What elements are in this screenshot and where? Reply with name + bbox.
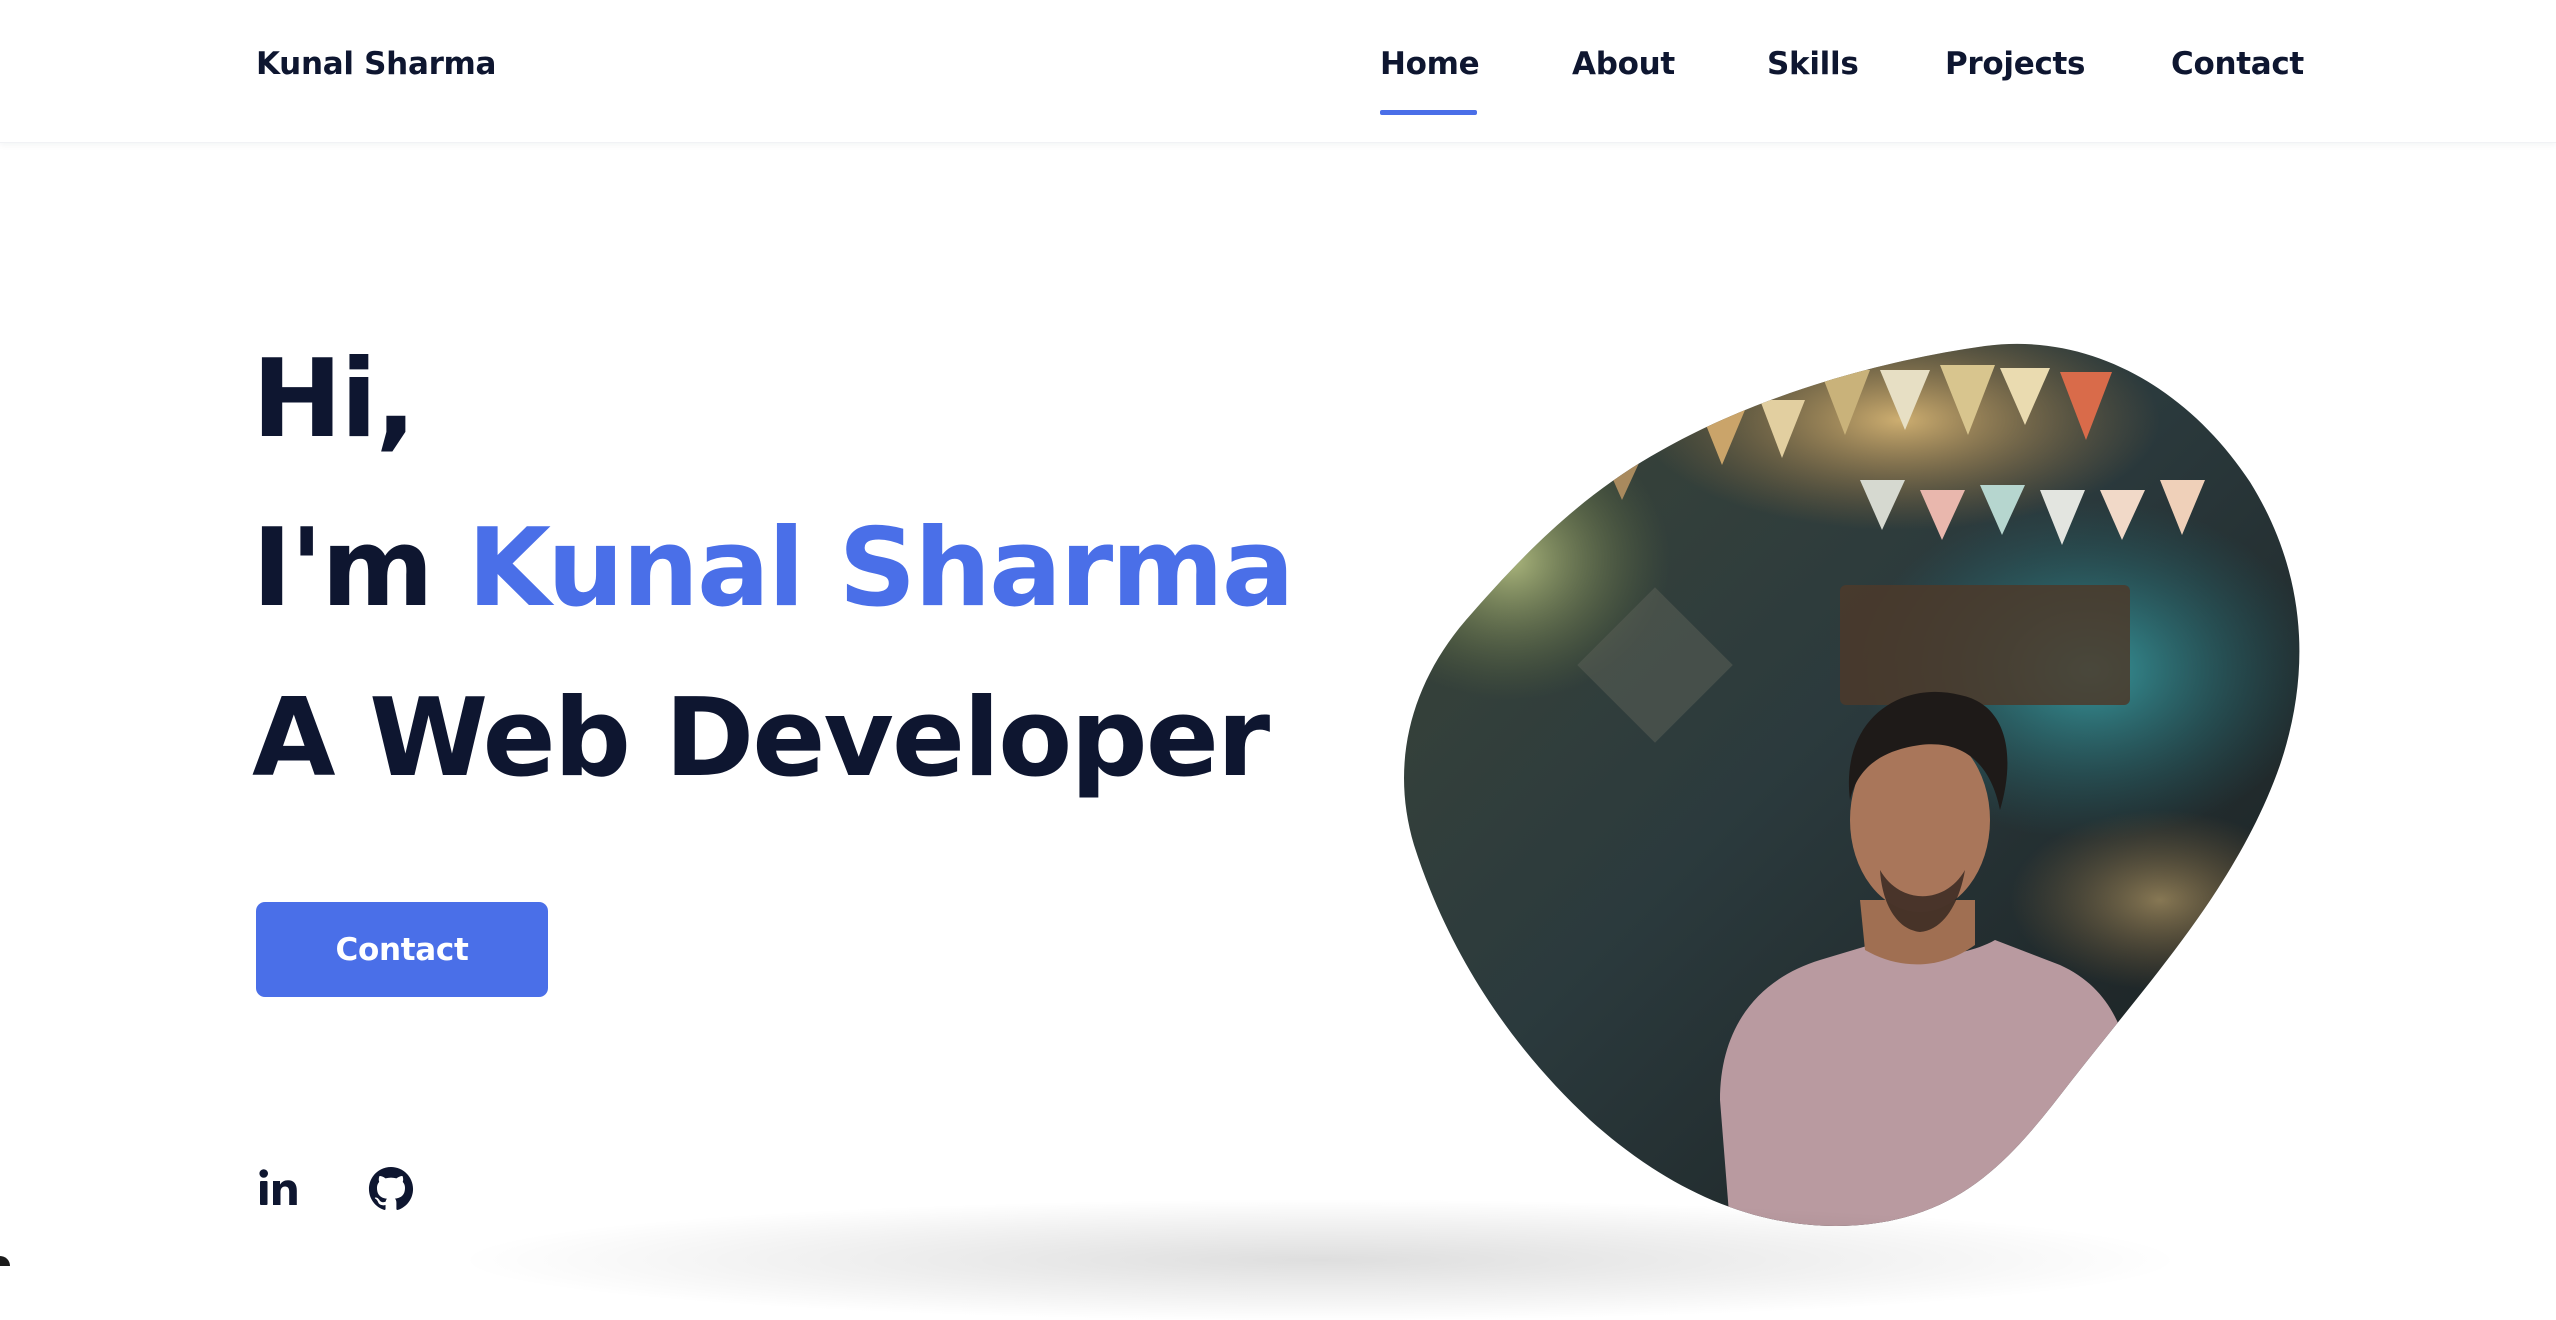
hero-greeting: Hi, — [252, 337, 416, 462]
github-icon[interactable] — [368, 1166, 414, 1212]
contact-button[interactable]: Contact — [256, 902, 548, 997]
site-header: Kunal Sharma Home About Skills Projects … — [0, 0, 2556, 143]
site-logo[interactable]: Kunal Sharma — [256, 46, 496, 82]
window-corner — [0, 1256, 10, 1266]
hero-name: Kunal Sharma — [467, 506, 1294, 631]
hero-role: A Web Developer — [252, 676, 1270, 801]
nav-item-skills[interactable]: Skills — [1767, 46, 1859, 82]
linkedin-icon[interactable] — [256, 1166, 302, 1212]
nav-item-contact[interactable]: Contact — [2171, 46, 2304, 82]
decorative-shadow — [470, 1200, 2170, 1320]
hero-intro: I'm Kunal Sharma — [252, 515, 1295, 623]
nav-item-about[interactable]: About — [1572, 46, 1675, 82]
hero-photo — [1400, 340, 2304, 1226]
nav-item-home[interactable]: Home — [1380, 46, 1480, 82]
hero-intro-prefix: I'm — [252, 506, 468, 631]
profile-photo — [1404, 343, 2300, 1226]
active-nav-indicator — [1380, 110, 1477, 115]
nav-item-projects[interactable]: Projects — [1945, 46, 2086, 82]
